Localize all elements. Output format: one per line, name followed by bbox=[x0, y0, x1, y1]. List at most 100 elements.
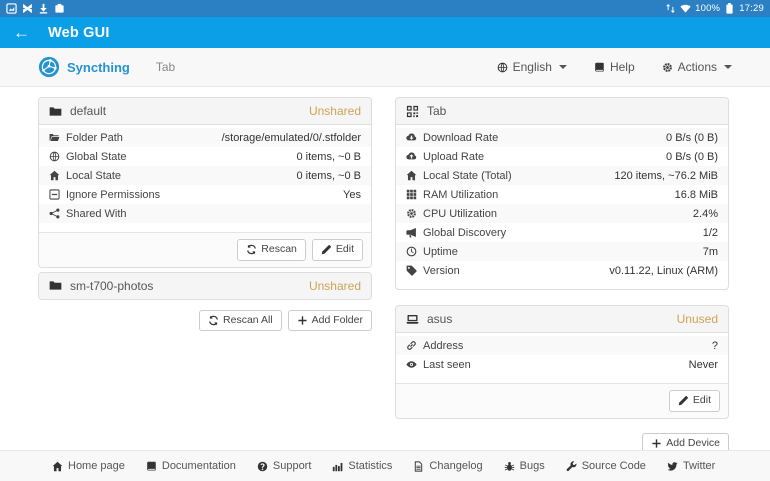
row-label: Download Rate bbox=[423, 132, 498, 144]
row-label: Local State (Total) bbox=[423, 170, 512, 182]
bug-icon bbox=[504, 461, 515, 472]
navbar: Syncthing Tab English Help Actions bbox=[0, 48, 770, 87]
folder-panel-photos-header[interactable]: sm-t700-photos Unshared bbox=[39, 273, 371, 299]
row-global-state: Global State 0 items, ~0 B bbox=[39, 147, 371, 166]
mobile-data-icon bbox=[665, 3, 676, 14]
brand-syncthing[interactable]: Syncthing bbox=[38, 56, 130, 78]
wifi-icon bbox=[680, 3, 691, 14]
row-value: v0.11.22, Linux (ARM) bbox=[601, 265, 718, 277]
row-value: 16.8 MiB bbox=[667, 189, 718, 201]
row-value: 0 B/s (0 B) bbox=[658, 132, 718, 144]
footer-link-label: Bugs bbox=[520, 460, 545, 472]
add-device-label: Add Device bbox=[666, 437, 720, 451]
row-version: Version v0.11.22, Linux (ARM) bbox=[396, 261, 728, 280]
row-download-rate: Download Rate 0 B/s (0 B) bbox=[396, 128, 728, 147]
row-label: CPU Utilization bbox=[423, 208, 497, 220]
footer-link-twitter[interactable]: Twitter bbox=[667, 460, 715, 472]
row-address: Address ? bbox=[396, 336, 728, 355]
edit-device-button[interactable]: Edit bbox=[669, 390, 720, 412]
rescan-all-button[interactable]: Rescan All bbox=[199, 310, 282, 332]
folder-panel-photos: sm-t700-photos Unshared bbox=[38, 272, 372, 300]
row-label: Last seen bbox=[423, 359, 471, 371]
wrench-icon bbox=[566, 461, 577, 472]
folder-panel-default: default Unshared Folder Path /storage/em… bbox=[38, 97, 372, 268]
footer-link-label: Home page bbox=[68, 460, 125, 472]
home-icon bbox=[52, 461, 63, 472]
row-label: Global Discovery bbox=[423, 227, 506, 239]
row-shared-with: Shared With bbox=[39, 204, 371, 223]
row-label: Shared With bbox=[66, 208, 127, 220]
folder-status-badge: Unshared bbox=[309, 104, 361, 118]
edit-label: Edit bbox=[336, 243, 354, 257]
file-text-icon bbox=[413, 461, 424, 472]
actions-menu[interactable]: Actions bbox=[662, 60, 732, 74]
device-name: Tab bbox=[427, 104, 446, 118]
edit-folder-button[interactable]: Edit bbox=[312, 239, 363, 261]
footer-link-source-code[interactable]: Source Code bbox=[566, 460, 646, 472]
footer-link-label: Documentation bbox=[162, 460, 236, 472]
footer-link-changelog[interactable]: Changelog bbox=[413, 460, 482, 472]
qrcode-icon bbox=[406, 105, 419, 118]
nav-menu: English Help Actions bbox=[497, 60, 732, 74]
footer-link-home-page[interactable]: Home page bbox=[52, 460, 125, 472]
folder-icon bbox=[49, 105, 62, 118]
row-value: /storage/emulated/0/.stfolder bbox=[214, 132, 361, 144]
back-arrow-icon[interactable]: ← bbox=[13, 24, 30, 41]
footer-link-label: Source Code bbox=[582, 460, 646, 472]
footer-link-bugs[interactable]: Bugs bbox=[504, 460, 545, 472]
row-local-state-total: Local State (Total) 120 items, ~76.2 MiB bbox=[396, 166, 728, 185]
book-icon bbox=[594, 62, 605, 73]
android-status-bar: 100% 17:29 bbox=[0, 0, 770, 17]
footer-link-support[interactable]: Support bbox=[257, 460, 312, 472]
pencil-icon bbox=[321, 244, 332, 255]
row-value: Never bbox=[681, 359, 718, 371]
row-value: 0 B/s (0 B) bbox=[658, 151, 718, 163]
language-menu[interactable]: English bbox=[497, 60, 567, 74]
row-label: Version bbox=[423, 265, 460, 277]
share-app-icon bbox=[22, 3, 33, 14]
row-value: 7m bbox=[695, 246, 718, 258]
row-upload-rate: Upload Rate 0 B/s (0 B) bbox=[396, 147, 728, 166]
folder-icon bbox=[49, 279, 62, 292]
rescan-label: Rescan bbox=[261, 243, 297, 257]
add-folder-button[interactable]: Add Folder bbox=[288, 310, 372, 332]
row-value: 0 items, ~0 B bbox=[288, 151, 361, 163]
download-icon bbox=[38, 3, 49, 14]
footer-link-documentation[interactable]: Documentation bbox=[146, 460, 236, 472]
row-ram-utilization: RAM Utilization 16.8 MiB bbox=[396, 185, 728, 204]
row-value: 0 items, ~0 B bbox=[288, 170, 361, 182]
app-bar: ← Web GUI bbox=[0, 17, 770, 48]
device-panel-footer: Edit bbox=[396, 383, 728, 418]
battery-icon bbox=[724, 3, 735, 14]
main-content: default Unshared Folder Path /storage/em… bbox=[0, 87, 770, 454]
syncthing-logo-icon bbox=[38, 56, 60, 78]
globe-icon bbox=[49, 151, 60, 162]
notification-icons bbox=[6, 3, 65, 14]
bar-chart-icon bbox=[332, 461, 343, 472]
row-value: Yes bbox=[335, 189, 361, 201]
folders-column: default Unshared Folder Path /storage/em… bbox=[38, 97, 372, 454]
row-label: Address bbox=[423, 340, 463, 352]
footer-link-label: Statistics bbox=[348, 460, 392, 472]
row-label: Upload Rate bbox=[423, 151, 484, 163]
question-circle-icon bbox=[257, 461, 268, 472]
rescan-button[interactable]: Rescan bbox=[237, 239, 306, 261]
device-panel-tab-header[interactable]: Tab bbox=[396, 98, 728, 125]
help-label: Help bbox=[610, 60, 635, 74]
footer-link-statistics[interactable]: Statistics bbox=[332, 460, 392, 472]
folder-actions-row: Rescan All Add Folder bbox=[38, 310, 372, 332]
laptop-icon bbox=[406, 313, 419, 326]
help-menu[interactable]: Help bbox=[594, 60, 635, 74]
app-title: Web GUI bbox=[48, 25, 110, 41]
device-panel-tab: Tab Download Rate 0 B/s (0 B) Upload Rat… bbox=[395, 97, 729, 290]
gear-icon bbox=[662, 62, 673, 73]
device-status-badge: Unused bbox=[677, 312, 718, 326]
plus-icon bbox=[297, 315, 308, 326]
actions-label: Actions bbox=[678, 60, 717, 74]
row-label: Ignore Permissions bbox=[66, 189, 160, 201]
refresh-icon bbox=[246, 244, 257, 255]
cloud-upload-icon bbox=[406, 151, 417, 162]
device-panel-asus-header[interactable]: asus Unused bbox=[396, 306, 728, 333]
row-label: Local State bbox=[66, 170, 121, 182]
folder-panel-default-header[interactable]: default Unshared bbox=[39, 98, 371, 125]
